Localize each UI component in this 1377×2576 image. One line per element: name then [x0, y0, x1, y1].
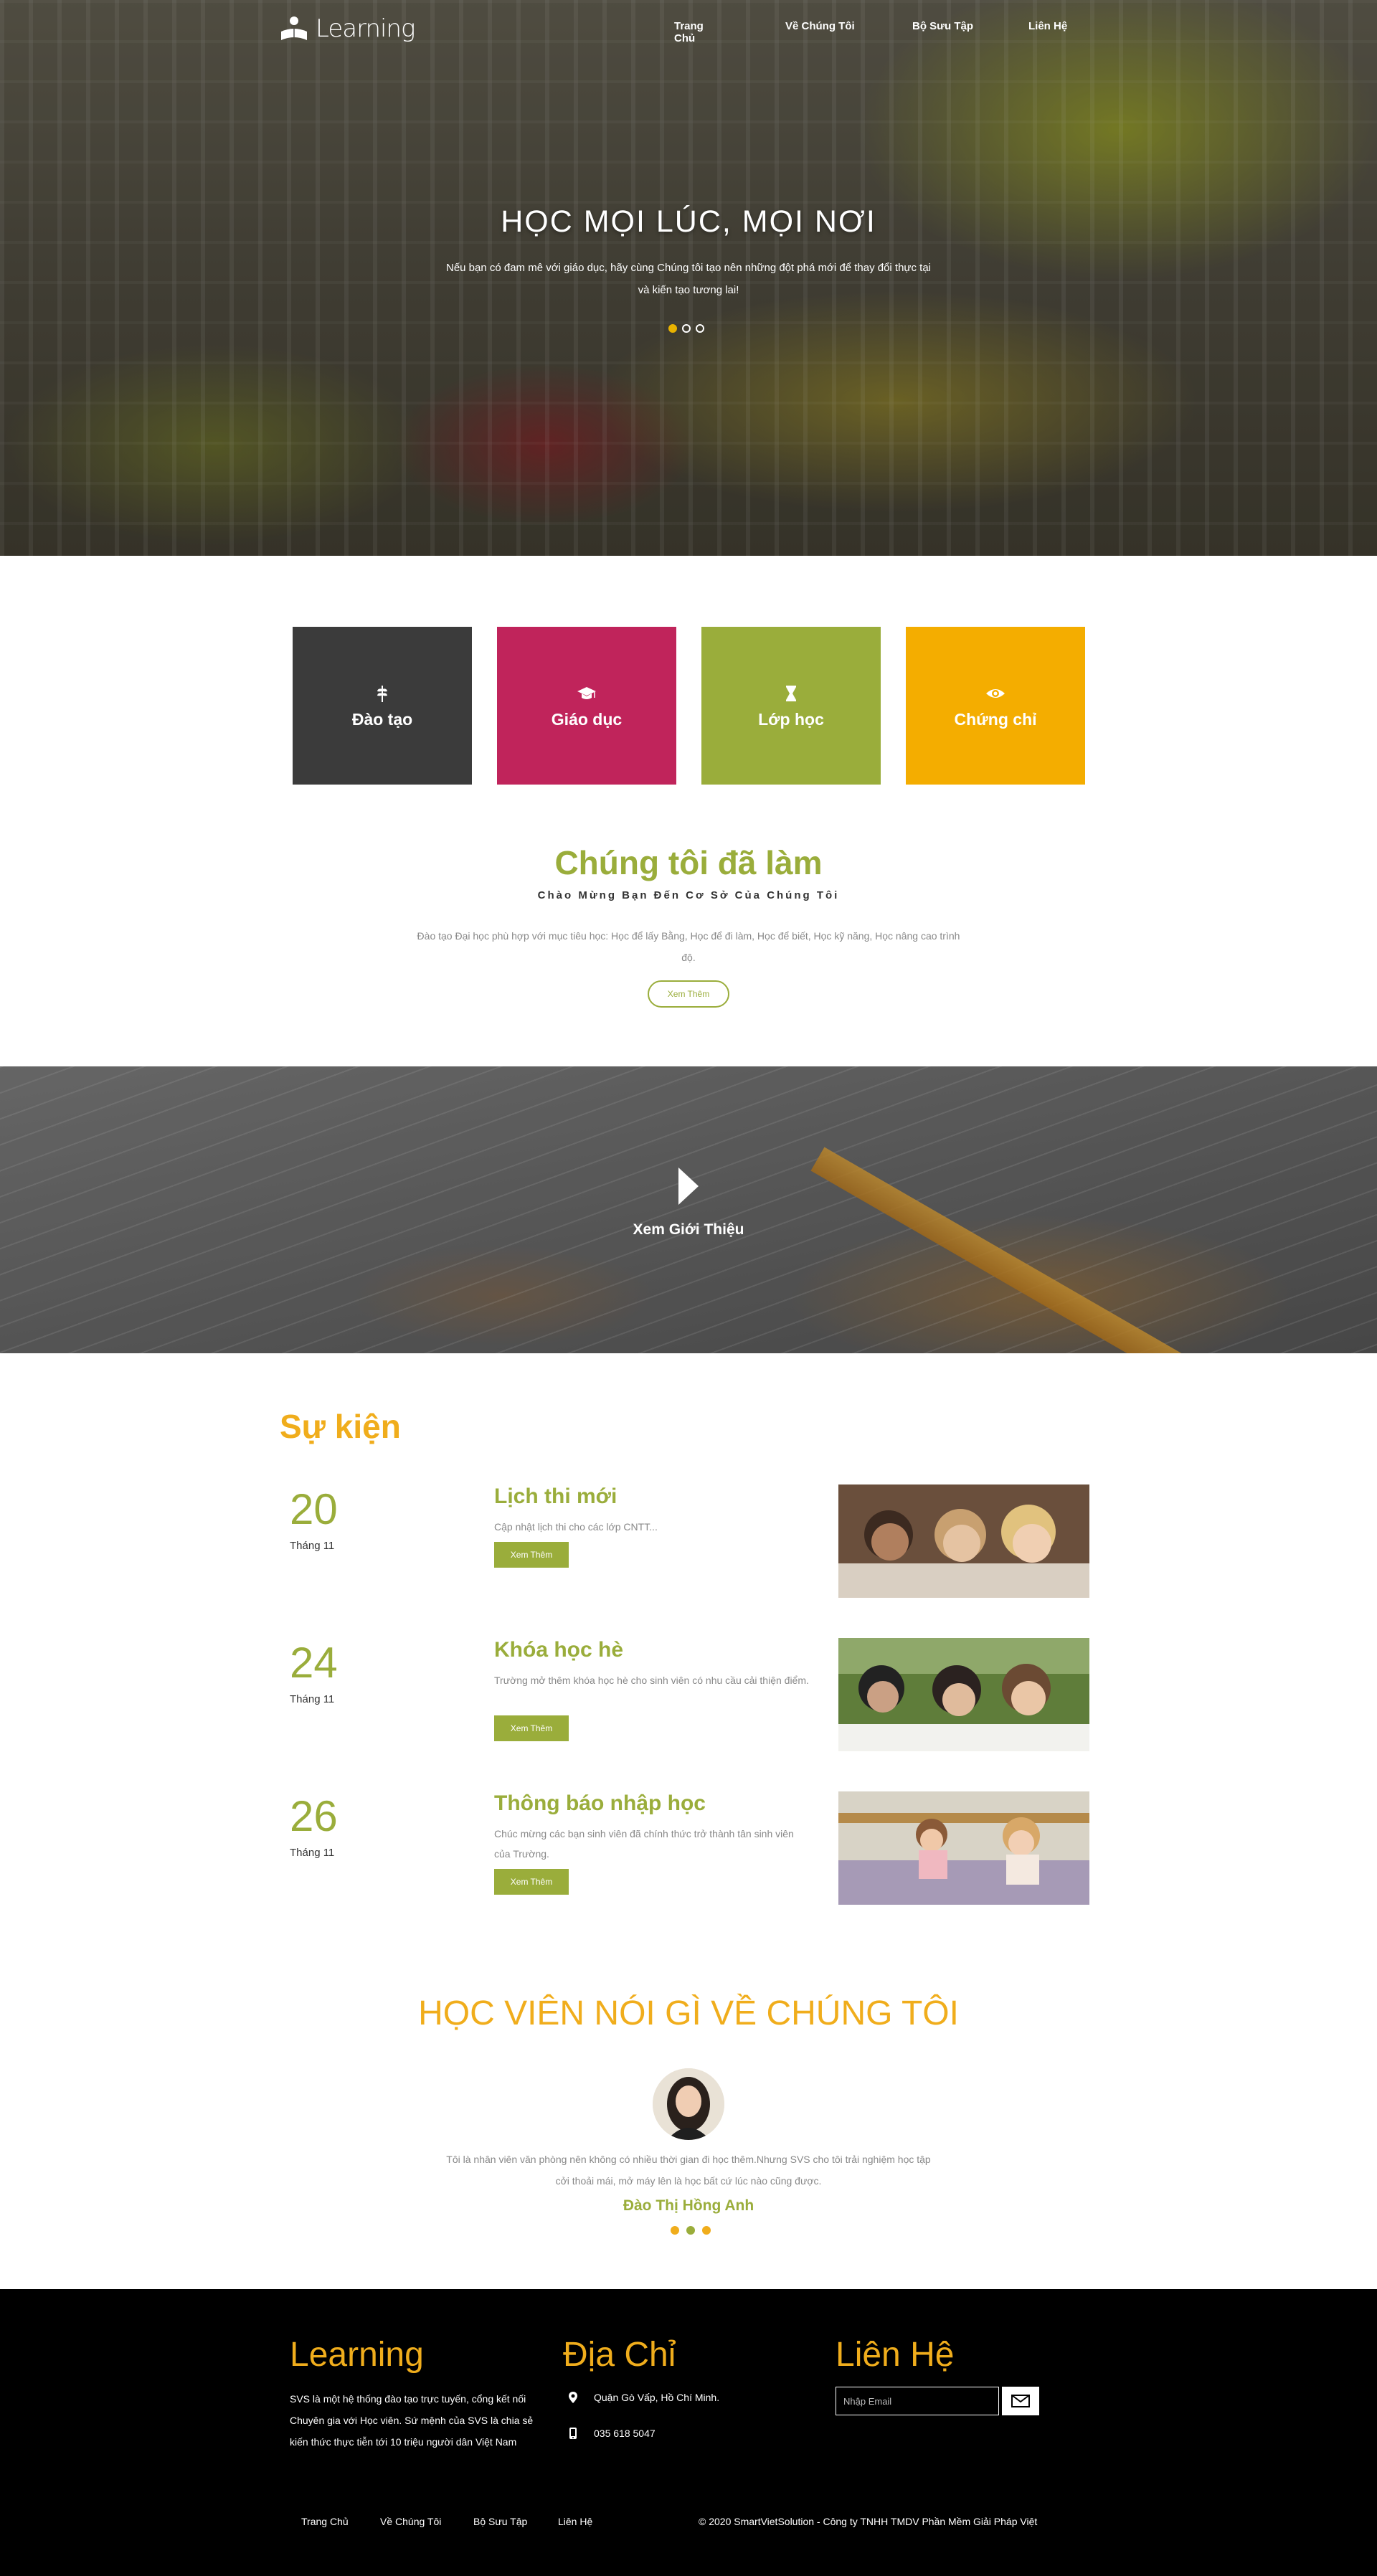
wheat-icon: [377, 685, 387, 702]
nav-lien-he[interactable]: Liên Hệ: [1028, 20, 1067, 32]
footer-address: Quận Gò Vấp, Hồ Chí Minh.: [567, 2391, 719, 2404]
top-navigation: Learning Trang Chủ Về Chúng Tôi Bộ Sưu T…: [0, 0, 1377, 57]
testimonial-title: HỌC VIÊN NÓI GÌ VỀ CHÚNG TÔI: [418, 1994, 959, 2032]
footer-address-title: Địa Chỉ: [563, 2336, 676, 2374]
testimonial-text: Tôi là nhân viên văn phòng nên không có …: [446, 2154, 931, 2187]
slider-dot-3[interactable]: [696, 324, 704, 333]
footer-phone: 035 618 5047: [567, 2427, 656, 2440]
video-intro-banner: [0, 1066, 1377, 1353]
testimonial-avatar: [653, 2068, 724, 2140]
footer-phone-text[interactable]: 035 618 5047: [594, 2428, 656, 2439]
footer-link-bo-suu-tap[interactable]: Bộ Sưu Tập: [473, 2516, 527, 2527]
event-month: Tháng 11: [290, 1847, 335, 1859]
event-description: Chúc mừng các bạn sinh viên đã chính thứ…: [494, 1828, 794, 1860]
footer-about-title: Learning: [290, 2336, 424, 2374]
event-read-more-button[interactable]: Xem Thêm: [494, 1542, 569, 1568]
footer-contact-title: Liên Hệ: [836, 2336, 955, 2374]
about-title: Chúng tôi đã làm: [554, 844, 823, 881]
nav-trang-chu[interactable]: Trang Chủ: [674, 20, 704, 44]
email-input[interactable]: [836, 2387, 999, 2415]
event-day: 20: [290, 1485, 338, 1533]
play-icon[interactable]: [677, 1166, 700, 1206]
hero-title: HỌC MỌI LÚC, MỌI NƠI: [501, 204, 876, 239]
slider-dot-2[interactable]: [682, 324, 691, 333]
events-title: Sự kiện: [280, 1408, 401, 1445]
about-subtitle: Chào Mừng Bạn Đến Cơ Sở Của Chúng Tôi: [537, 889, 840, 901]
footer-link-lien-he[interactable]: Liên Hệ: [558, 2516, 592, 2527]
graduation-cap-icon: [577, 686, 596, 699]
event-title[interactable]: Khóa học hè: [494, 1638, 623, 1662]
copyright-text: © 2020 SmartVietSolution - Công ty TNHH …: [699, 2516, 1038, 2527]
event-image[interactable]: [838, 1638, 1089, 1751]
event-read-more-button[interactable]: Xem Thêm: [494, 1715, 569, 1741]
feature-tile-giao-duc[interactable]: Giáo dục: [497, 627, 676, 785]
about-description: Đào tạo Đại học phù hợp với mục tiêu học…: [417, 930, 960, 963]
testimonial-dot-1[interactable]: [671, 2226, 679, 2235]
logo-text: Learning: [316, 14, 415, 43]
feature-tile-lop-hoc[interactable]: Lớp học: [701, 627, 881, 785]
event-image[interactable]: [838, 1791, 1089, 1905]
footer-link-trang-chu[interactable]: Trang Chủ: [301, 2516, 349, 2527]
testimonial-dot-3[interactable]: [702, 2226, 711, 2235]
event-read-more-button[interactable]: Xem Thêm: [494, 1869, 569, 1895]
testimonial-author: Đào Thị Hồng Anh: [623, 2197, 754, 2214]
mobile-phone-icon: [569, 2428, 577, 2439]
testimonial-slider-dots: [671, 2226, 711, 2235]
event-item: 24 Tháng 11 Khóa học hè Trường mở thêm k…: [0, 1638, 1377, 1753]
feature-tile-dao-tao[interactable]: Đào tạo: [293, 627, 472, 785]
feature-tile-chung-chi[interactable]: Chứng chỉ: [906, 627, 1085, 785]
newsletter-form: [836, 2387, 1039, 2415]
footer-about-text: SVS là một hệ thống đào tạo trực tuyến, …: [290, 2393, 534, 2448]
footer-address-text: Quận Gò Vấp, Hồ Chí Minh.: [594, 2392, 720, 2403]
event-month: Tháng 11: [290, 1540, 335, 1552]
book-reader-icon: [281, 16, 307, 40]
about-read-more-button[interactable]: Xem Thêm: [648, 980, 729, 1008]
nav-bo-suu-tap[interactable]: Bộ Sưu Tập: [912, 20, 973, 32]
slider-dot-1[interactable]: [668, 324, 677, 333]
envelope-icon: [1011, 2395, 1030, 2407]
video-intro-label[interactable]: Xem Giới Thiệu: [0, 1221, 1377, 1239]
testimonial-dot-2[interactable]: [686, 2226, 695, 2235]
send-email-button[interactable]: [1002, 2387, 1039, 2415]
footer-link-ve-chung-toi[interactable]: Về Chúng Tôi: [380, 2516, 441, 2527]
event-day: 24: [290, 1639, 338, 1687]
event-day: 26: [290, 1792, 338, 1840]
footer: [0, 2289, 1377, 2576]
event-description: Cập nhật lịch thi cho các lớp CNTT...: [494, 1521, 658, 1533]
event-title[interactable]: Lịch thi mới: [494, 1484, 617, 1509]
map-pin-icon: [569, 2392, 577, 2403]
eye-icon: [986, 688, 1005, 698]
site-logo[interactable]: Learning: [278, 13, 415, 44]
event-description: Trường mở thêm khóa học hè cho sinh viên…: [494, 1675, 809, 1686]
hero-subtitle: Nếu bạn có đam mê với giáo dục, hãy cùng…: [445, 262, 931, 296]
event-item: 26 Tháng 11 Thông báo nhập học Chúc mừng…: [0, 1791, 1377, 1906]
hourglass-icon: [786, 685, 796, 701]
event-title[interactable]: Thông báo nhập học: [494, 1791, 706, 1816]
event-item: 20 Tháng 11 Lịch thi mới Cập nhật lịch t…: [0, 1484, 1377, 1599]
event-image[interactable]: [838, 1484, 1089, 1598]
hero-slider-dots: [668, 324, 704, 333]
nav-ve-chung-toi[interactable]: Về Chúng Tôi: [785, 20, 855, 32]
event-month: Tháng 11: [290, 1693, 335, 1705]
